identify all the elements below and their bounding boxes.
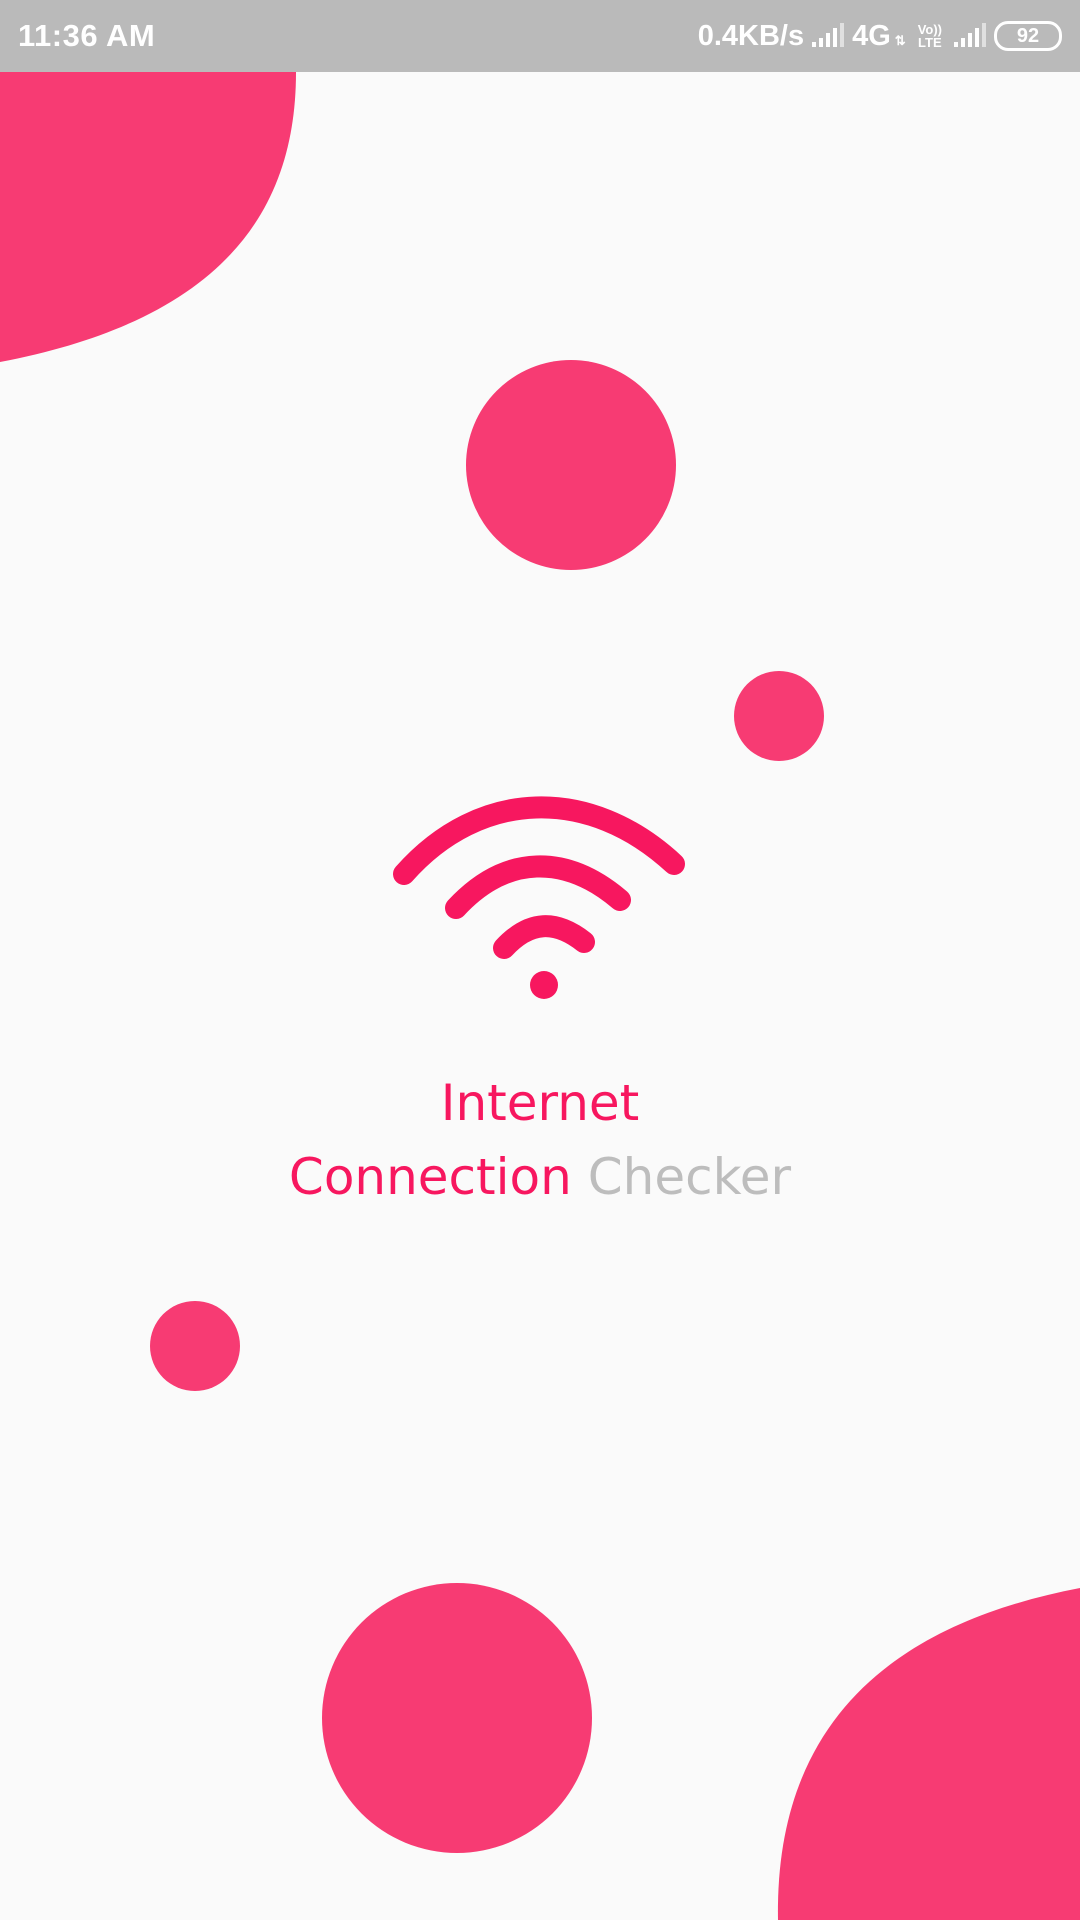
network-type: 4G: [852, 19, 891, 52]
status-indicators: 0.4KB/s 4G ⇅ Vo)) LTE 92: [698, 20, 1062, 53]
decor-circle-large-top: [466, 360, 676, 570]
data-arrows-icon: ⇅: [894, 33, 906, 48]
title-connection: Connection: [288, 1148, 572, 1206]
title-line-2: Connection Checker: [0, 1140, 1080, 1214]
decor-blob-bottom-right: [777, 1588, 1080, 1920]
battery-icon: 92: [994, 21, 1062, 51]
battery-level: 92: [1016, 24, 1040, 47]
decor-circle-large-bottom: [322, 1583, 592, 1853]
decor-circle-small-right: [734, 671, 824, 761]
network-speed: 0.4KB/s: [697, 19, 805, 52]
volte-icon: Vo)) LTE: [918, 23, 942, 49]
status-time: 11:36 AM: [18, 18, 156, 53]
decor-circle-small-left: [150, 1301, 240, 1391]
title-internet: Internet: [440, 1074, 640, 1132]
signal-icon: [812, 23, 845, 47]
decor-blob-top-left: [0, 72, 296, 362]
wifi-icon: [393, 796, 685, 999]
app-title: Internet Connection Checker: [0, 1066, 1080, 1214]
volte-bottom-label: LTE: [918, 35, 942, 50]
splash-screen: 11:36 AM 0.4KB/s 4G ⇅ Vo)) LTE 92 Intern…: [0, 0, 1080, 1920]
status-bar: 11:36 AM 0.4KB/s 4G ⇅ Vo)) LTE 92: [0, 0, 1080, 72]
title-checker: Checker: [587, 1148, 792, 1206]
signal-icon-2: [954, 23, 986, 47]
